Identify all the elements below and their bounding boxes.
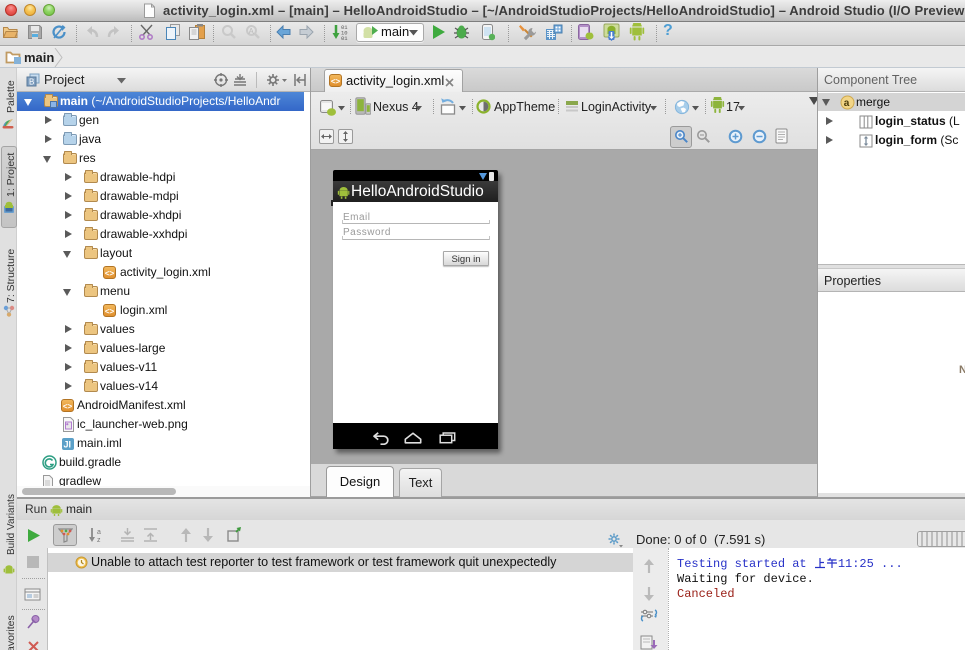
svg-text:B: B — [29, 78, 34, 87]
svg-text:a: a — [97, 529, 101, 536]
svg-text:JI: JI — [64, 440, 72, 450]
svg-text:A: A — [249, 27, 255, 36]
svg-text:z: z — [97, 537, 101, 543]
svg-text:01: 01 — [341, 35, 348, 41]
svg-text:a: a — [844, 98, 850, 109]
